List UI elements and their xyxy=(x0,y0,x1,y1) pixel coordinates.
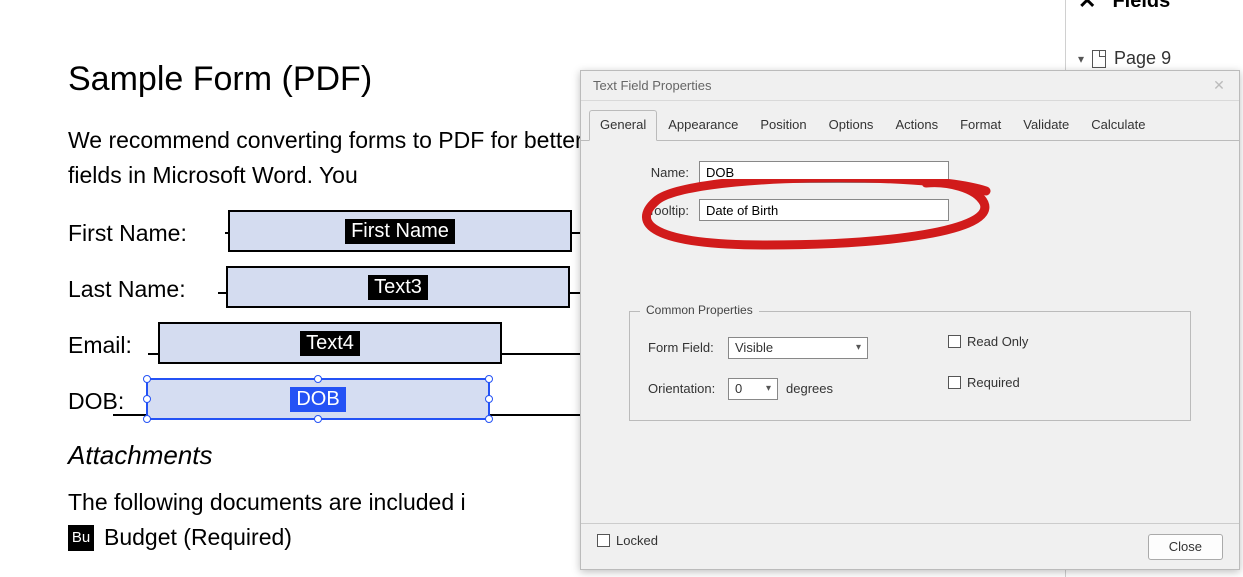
common-properties-group: Common Properties Form Field: Visible ▾ … xyxy=(629,311,1191,421)
tab-calculate[interactable]: Calculate xyxy=(1080,110,1156,141)
tree-item-label: Page 9 xyxy=(1114,48,1171,69)
degrees-label: degrees xyxy=(786,381,833,396)
fields-panel-header: ✕ Fields xyxy=(1078,0,1231,14)
fields-panel-title: Fields xyxy=(1112,0,1170,13)
tooltip-input[interactable] xyxy=(699,199,949,221)
checkbox-icon xyxy=(948,376,961,389)
required-label: Required xyxy=(967,375,1020,390)
resize-handle[interactable] xyxy=(485,395,493,403)
tooltip-row: Tooltip: xyxy=(609,199,1211,221)
tab-position[interactable]: Position xyxy=(749,110,817,141)
orientation-label: Orientation: xyxy=(648,381,728,396)
field-email[interactable]: Text4 xyxy=(158,322,502,364)
resize-handle[interactable] xyxy=(143,375,151,383)
field-tag: Text3 xyxy=(368,275,428,300)
dialog-tabs: General Appearance Position Options Acti… xyxy=(581,101,1239,141)
field-dob-selected[interactable]: DOB xyxy=(146,378,490,420)
close-icon[interactable]: ✕ xyxy=(1207,76,1231,96)
locked-label: Locked xyxy=(616,533,658,548)
checkbox-icon xyxy=(597,534,610,547)
tab-general-body: Name: Tooltip: Common Properties Form Fi… xyxy=(581,141,1239,451)
resize-handle[interactable] xyxy=(485,375,493,383)
close-icon[interactable]: ✕ xyxy=(1078,0,1096,14)
orientation-value: 0 xyxy=(735,381,742,396)
name-input[interactable] xyxy=(699,161,949,183)
tab-general[interactable]: General xyxy=(589,110,657,141)
button-field-icon: Bu xyxy=(68,525,94,551)
field-first-name[interactable]: First Name xyxy=(228,210,572,252)
resize-handle[interactable] xyxy=(314,415,322,423)
form-field-select[interactable]: Visible ▾ xyxy=(728,337,868,359)
required-checkbox[interactable]: Required xyxy=(948,375,1068,390)
tooltip-label: Tooltip: xyxy=(609,203,689,218)
label-first-name: First Name: xyxy=(68,210,220,247)
field-tag: First Name xyxy=(345,219,455,244)
tree-item-page[interactable]: ▾ Page 9 xyxy=(1078,48,1231,69)
form-field-label: Form Field: xyxy=(648,340,728,355)
resize-handle[interactable] xyxy=(143,395,151,403)
close-button[interactable]: Close xyxy=(1148,534,1223,560)
group-legend: Common Properties xyxy=(640,303,759,317)
read-only-checkbox[interactable]: Read Only xyxy=(948,334,1068,349)
locked-checkbox[interactable]: Locked xyxy=(597,533,658,548)
tab-actions[interactable]: Actions xyxy=(884,110,949,141)
tab-format[interactable]: Format xyxy=(949,110,1012,141)
label-last-name: Last Name: xyxy=(68,266,218,303)
chevron-down-icon: ▾ xyxy=(1078,52,1084,66)
resize-handle[interactable] xyxy=(143,415,151,423)
resize-handle[interactable] xyxy=(485,415,493,423)
name-row: Name: xyxy=(609,161,1211,183)
tab-appearance[interactable]: Appearance xyxy=(657,110,749,141)
field-tag: DOB xyxy=(290,387,345,412)
text-field-properties-dialog[interactable]: Text Field Properties ✕ General Appearan… xyxy=(580,70,1240,570)
checkbox-icon xyxy=(948,335,961,348)
label-dob: DOB: xyxy=(68,378,138,415)
name-label: Name: xyxy=(609,165,689,180)
read-only-label: Read Only xyxy=(967,334,1028,349)
field-last-name[interactable]: Text3 xyxy=(226,266,570,308)
orientation-select[interactable]: 0 ▾ xyxy=(728,378,778,400)
tab-options[interactable]: Options xyxy=(818,110,885,141)
label-email: Email: xyxy=(68,322,150,359)
field-tag: Text4 xyxy=(300,331,360,356)
attachment-label: Budget (Required) xyxy=(104,524,292,551)
form-field-value: Visible xyxy=(735,340,773,355)
resize-handle[interactable] xyxy=(314,375,322,383)
page-icon xyxy=(1092,50,1106,68)
chevron-down-icon: ▾ xyxy=(856,342,861,353)
tab-validate[interactable]: Validate xyxy=(1012,110,1080,141)
chevron-down-icon: ▾ xyxy=(766,383,771,394)
dialog-titlebar[interactable]: Text Field Properties ✕ xyxy=(581,71,1239,101)
dialog-title: Text Field Properties xyxy=(593,78,712,93)
dialog-footer: Locked Close xyxy=(581,523,1239,569)
